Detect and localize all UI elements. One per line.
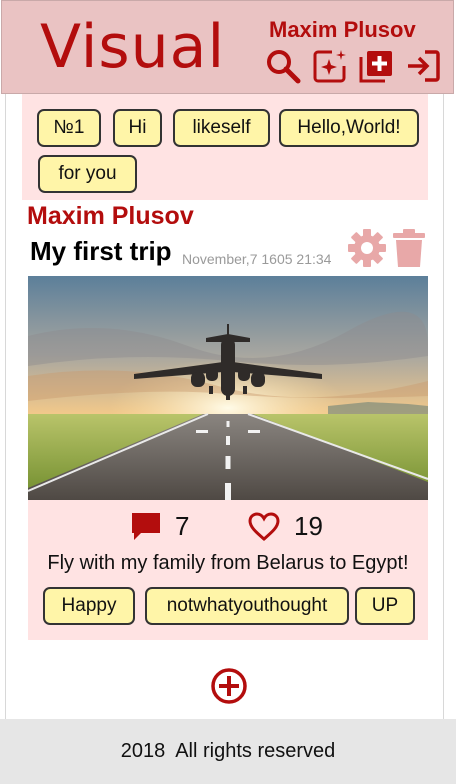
tag-chip[interactable]: Hi — [113, 109, 162, 147]
post-title: My first trip — [30, 236, 172, 266]
page: Visual Maxim Plusov №1 Hi likeself Hello… — [0, 0, 456, 784]
like-count: 19 — [294, 511, 323, 541]
post-tag-chip[interactable]: notwhatyouthought — [145, 587, 349, 625]
post-tag-chip[interactable]: Happy — [43, 587, 135, 625]
comment-icon — [131, 512, 161, 542]
header: Visual Maxim Plusov — [1, 0, 454, 94]
search-icon[interactable] — [264, 47, 302, 85]
tag-chip[interactable]: №1 — [37, 109, 101, 147]
tag-chip[interactable]: for you — [38, 155, 137, 193]
post-date: November,7 1605 21:34 — [182, 251, 332, 267]
logout-icon[interactable] — [404, 47, 442, 85]
footer-copyright: 2018 All rights reserved — [120, 740, 336, 762]
header-actions — [264, 47, 442, 85]
trash-icon[interactable] — [392, 228, 426, 268]
sparkle-add-icon[interactable] — [311, 47, 349, 85]
footer: 2018 All rights reserved — [0, 719, 456, 784]
logo[interactable]: Visual — [40, 15, 225, 79]
post-description: Fly with my family from Belarus to Egypt… — [47, 552, 409, 574]
add-post-button[interactable] — [210, 667, 248, 705]
gear-icon[interactable] — [347, 228, 387, 268]
add-collection-icon[interactable] — [357, 47, 395, 85]
tag-chip[interactable]: Hello,World! — [279, 109, 419, 147]
heart-icon — [248, 511, 280, 542]
post-photo[interactable] — [28, 276, 428, 500]
tag-chip[interactable]: likeself — [173, 109, 270, 147]
comment-stat[interactable]: 7 — [131, 511, 189, 542]
like-stat[interactable]: 19 — [248, 511, 323, 542]
header-username[interactable]: Maxim Plusov — [269, 17, 416, 43]
post-author[interactable]: Maxim Plusov — [27, 202, 194, 231]
comment-count: 7 — [175, 511, 190, 541]
post-tag-chip[interactable]: UP — [355, 587, 415, 625]
